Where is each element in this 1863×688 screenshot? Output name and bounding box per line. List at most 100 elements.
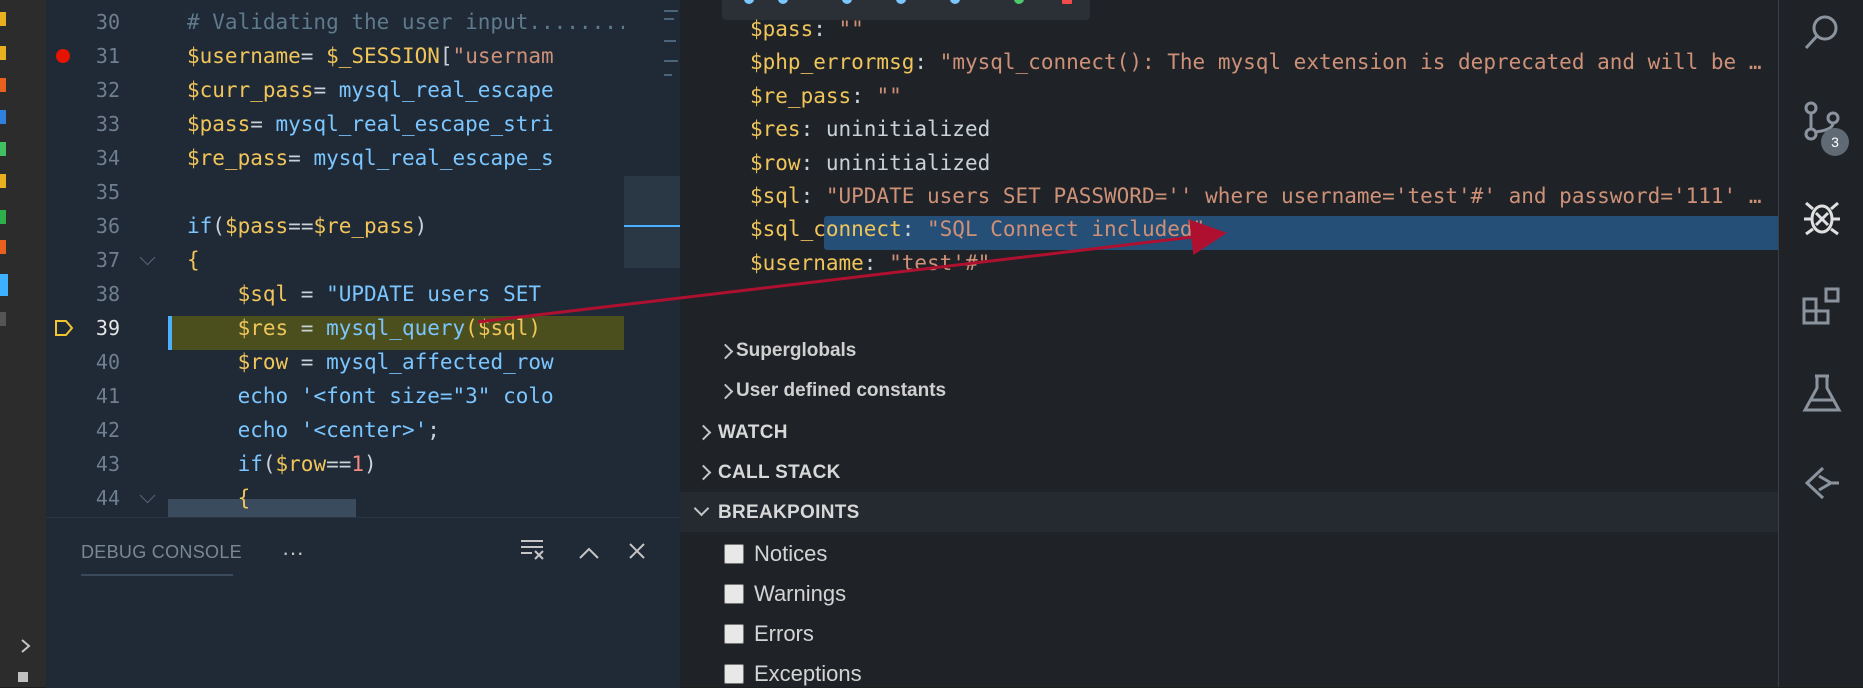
debug-icon[interactable] <box>0 110 6 124</box>
code-token: "UPDATE users SET <box>326 282 542 306</box>
code-line[interactable]: 36 if($pass==$re_pass) <box>46 209 680 243</box>
variable-row[interactable]: $username: "test'#" <box>750 246 990 280</box>
folder-icon[interactable] <box>0 174 6 188</box>
code-token: ) <box>528 316 542 340</box>
code-text: $curr_pass= mysql_real_escape <box>187 73 554 107</box>
search-icon[interactable] <box>1801 12 1843 54</box>
code-line[interactable]: 41 echo '<font size="3" colo <box>46 379 680 413</box>
testing-flask-icon[interactable] <box>1801 372 1843 414</box>
code-line[interactable]: 38 $sql = "UPDATE users SET <box>46 277 680 311</box>
code-line[interactable]: 32 $curr_pass= mysql_real_escape <box>46 73 680 107</box>
run-debug-icon[interactable] <box>1801 195 1843 237</box>
breakpoint-checkbox[interactable] <box>724 584 744 604</box>
restart-icon[interactable] <box>1014 0 1024 4</box>
code-line[interactable]: 35 <box>46 175 680 209</box>
variable-row[interactable]: $sql_connect: "SQL Connect included" <box>750 212 1205 246</box>
code-line[interactable]: 34 $re_pass= mysql_real_escape_s <box>46 141 680 175</box>
breakpoint-checkbox[interactable] <box>724 544 744 564</box>
code-line[interactable]: 40 $row = mysql_affected_row <box>46 345 680 379</box>
fold-chevron-icon[interactable] <box>139 249 156 266</box>
line-number: 40 <box>95 350 120 374</box>
variable-separator: : <box>800 117 826 142</box>
code-text: $sql = "UPDATE users SET <box>187 277 541 311</box>
code-token: = <box>288 282 327 306</box>
code-line[interactable]: 31 $username= $_SESSION["usernam <box>46 39 680 73</box>
search-icon[interactable] <box>0 46 6 60</box>
line-number: 37 <box>95 248 120 272</box>
variable-row[interactable]: $sql: "UPDATE users SET PASSWORD='' wher… <box>750 179 1761 213</box>
source-control-badge: 3 <box>1821 128 1849 156</box>
chevron-down-icon <box>693 500 710 517</box>
code-token: == <box>288 214 314 238</box>
variable-row[interactable]: $php_errormsg: "mysql_connect(): The mys… <box>750 45 1761 79</box>
breakpoint-label: Errors <box>754 621 814 646</box>
code-line[interactable]: 30 # Validating the user input........ <box>46 5 680 39</box>
code-token: = <box>313 78 339 102</box>
code-token: ; <box>427 418 440 442</box>
code-token: ( <box>262 452 276 476</box>
settings-icon[interactable] <box>0 240 6 254</box>
breakpoint-checkbox[interactable] <box>724 624 744 644</box>
scope-superglobals[interactable]: Superglobals <box>736 340 856 362</box>
code-line[interactable]: 39 $res = mysql_query($sql) <box>46 311 680 345</box>
scope-user-constants[interactable]: User defined constants <box>736 380 946 402</box>
chevron-right-icon[interactable] <box>717 343 734 360</box>
activity-bar: 3 <box>1778 0 1863 687</box>
clear-console-icon[interactable] <box>518 538 548 568</box>
variable-row[interactable]: $res: uninitialized <box>750 112 990 146</box>
variable-separator: : <box>901 217 928 242</box>
minimap-slider[interactable] <box>624 176 680 268</box>
fold-chevron-icon[interactable] <box>139 487 156 504</box>
code-token: $_SESSION <box>326 44 440 68</box>
active-file-icon[interactable] <box>0 274 8 296</box>
grid-icon[interactable] <box>18 672 28 682</box>
more-actions-icon[interactable]: ··· <box>278 538 308 568</box>
step-out-icon[interactable] <box>896 0 906 4</box>
code-token: $row <box>187 350 289 374</box>
section-breakpoints[interactable]: BREAKPOINTS <box>680 492 1778 532</box>
maximize-panel-icon[interactable] <box>574 538 604 568</box>
current-breakpoint-icon[interactable] <box>54 319 74 337</box>
code-token: mysql_real_escape <box>338 78 554 102</box>
extensions-icon[interactable] <box>1801 285 1843 327</box>
activity-bar-left <box>0 0 46 687</box>
debug-console-tab[interactable]: DEBUG CONSOLE <box>81 542 242 563</box>
code-token: $pass <box>187 112 251 136</box>
extensions-icon[interactable] <box>0 142 6 156</box>
code-token: $re_pass <box>313 214 415 238</box>
breakpoint-icon[interactable] <box>56 49 70 63</box>
tab-underline <box>81 574 233 576</box>
close-panel-icon[interactable] <box>622 538 652 568</box>
line-number: 34 <box>95 146 120 170</box>
minimap-cursor <box>624 225 680 227</box>
code-line[interactable]: 42 echo '<center>'; <box>46 413 680 447</box>
continue-icon[interactable] <box>744 0 754 4</box>
section-watch[interactable]: WATCH <box>680 412 1778 452</box>
explorer-icon[interactable] <box>0 12 6 26</box>
code-line[interactable]: 37 { <box>46 243 680 277</box>
code-text: $username= $_SESSION["usernam <box>187 39 554 73</box>
code-line[interactable]: 44 { <box>46 481 680 515</box>
variable-row[interactable]: $row: uninitialized <box>750 146 990 180</box>
step-back-icon[interactable] <box>950 0 960 4</box>
breakpoint-checkbox[interactable] <box>724 664 744 684</box>
variable-row[interactable]: $re_pass: "" <box>750 79 902 113</box>
chevron-right-icon[interactable] <box>20 638 32 659</box>
chevron-right-icon[interactable] <box>717 383 734 400</box>
variable-value: "UPDATE users SET PASSWORD='' where user… <box>825 184 1762 208</box>
git-icon[interactable] <box>0 210 6 224</box>
remote-icon[interactable] <box>1801 462 1843 504</box>
step-into-icon[interactable] <box>842 0 852 4</box>
code-token: $username <box>187 44 301 68</box>
step-over-icon[interactable] <box>778 0 788 4</box>
variable-row[interactable]: $pass: "" <box>750 12 864 46</box>
code-line[interactable]: 43 if($row==1) <box>46 447 680 481</box>
stop-icon[interactable] <box>1062 0 1072 4</box>
section-call-stack[interactable]: CALL STACK <box>680 452 1778 492</box>
source-control-icon[interactable] <box>0 78 6 92</box>
minimap[interactable] <box>624 0 680 517</box>
variable-separator: : <box>813 17 839 41</box>
code-token: ( <box>465 316 478 340</box>
code-line[interactable]: 33 $pass= mysql_real_escape_stri <box>46 107 680 141</box>
code-editor[interactable]: 30 # Validating the user input........ 31 $… <box>46 0 680 517</box>
